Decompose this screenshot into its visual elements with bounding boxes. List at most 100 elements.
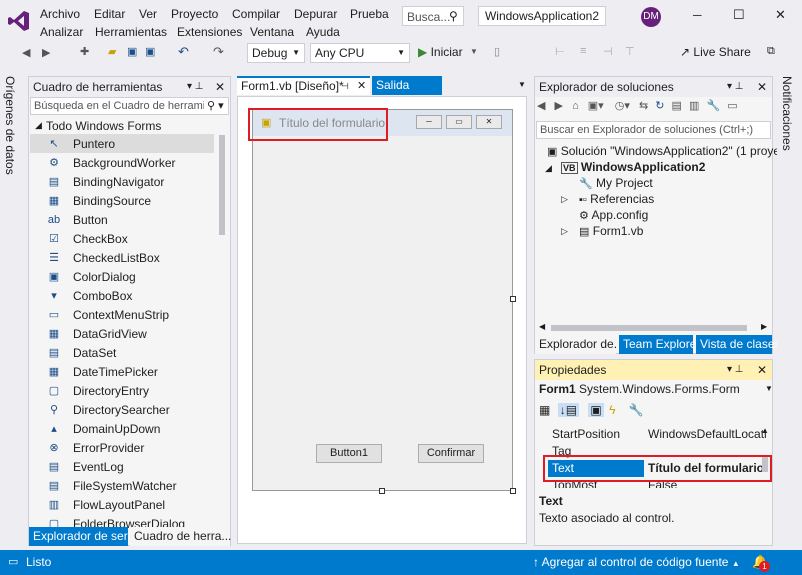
align-right-icon[interactable]: ⊣ [603, 45, 613, 58]
save-all-icon[interactable]: ▣ [145, 45, 155, 58]
toolbox-item[interactable]: BindingNavigator [73, 175, 164, 189]
pin-icon[interactable]: ▾ ⊥ [727, 360, 744, 380]
toolbox-item[interactable]: Puntero [73, 137, 115, 151]
alphabetical-icon[interactable]: ↓▤ [557, 403, 580, 417]
toolbox-item[interactable]: CheckedListBox [73, 251, 160, 265]
start-dropdown-icon[interactable]: ▼ [470, 47, 478, 56]
solution-hscrollbar[interactable]: ◀ ▶ [537, 322, 771, 334]
menu-depurar[interactable]: Depurar [294, 7, 337, 21]
categorized-icon[interactable]: ▦ [539, 403, 550, 417]
expand-arrow-icon[interactable]: ◢ [545, 163, 552, 174]
close-icon[interactable]: ✕ [215, 77, 225, 97]
project-node[interactable]: VB WindowsApplication2 [561, 160, 705, 174]
menu-ver[interactable]: Ver [139, 7, 157, 21]
toolbox-item[interactable]: ContextMenuStrip [73, 308, 169, 322]
tab-server-explorer[interactable]: Explorador de ser... [29, 527, 137, 546]
toolbox-item[interactable]: ComboBox [73, 289, 132, 303]
align-left-icon[interactable]: ⊢ [555, 45, 565, 58]
pin-icon[interactable]: ⊣ [341, 78, 349, 94]
toolbox-item[interactable]: CheckBox [73, 232, 128, 246]
tab-form-designer[interactable]: Form1.vb [Diseño]* ⊣ ✕ [237, 76, 370, 95]
menu-herramientas[interactable]: Herramientas [95, 25, 167, 39]
tree-item-references[interactable]: ▪▫ Referencias [579, 192, 654, 206]
scroll-thumb[interactable] [551, 325, 747, 331]
vs-logo-icon[interactable] [8, 10, 30, 32]
back-icon[interactable]: ◀ [537, 100, 545, 112]
back-icon[interactable]: ◀ [22, 46, 30, 59]
toolbox-item[interactable]: EventLog [73, 460, 124, 474]
configuration-select[interactable]: Debug ▼ [247, 43, 305, 63]
property-row[interactable]: StartPosition WindowsDefaultLocati [536, 426, 772, 442]
tree-item-my-project[interactable]: 🔧 My Project [579, 176, 653, 190]
properties-view-icon[interactable]: ▣ [588, 403, 604, 417]
menu-extensiones[interactable]: Extensiones [177, 25, 242, 39]
menu-archivo[interactable]: Archivo [40, 7, 80, 21]
tab-team-explorer[interactable]: Team Explorer [619, 335, 700, 354]
toolbox-item[interactable]: FileSystemWatcher [73, 479, 177, 493]
object-selector[interactable]: Form1 System.Windows.Forms.Form ▼ [539, 382, 773, 400]
menu-ventana[interactable]: Ventana [250, 25, 294, 39]
save-icon[interactable]: ▣ [127, 45, 137, 58]
pin-icon[interactable]: ▾ ⊥ [187, 77, 204, 97]
toolbox-item[interactable]: ColorDialog [73, 270, 136, 284]
resize-handle-corner[interactable] [510, 488, 516, 494]
form-confirm-button[interactable]: Confirmar [418, 444, 484, 463]
toolbox-search[interactable]: Búsqueda en el Cuadro de herramie ⚲ ▾ [30, 97, 229, 115]
feedback-icon[interactable]: ⧉ [767, 45, 775, 58]
toolbox-item[interactable]: ErrorProvider [73, 441, 144, 455]
live-share-button[interactable]: ↗ Live Share [680, 45, 751, 59]
scroll-up-icon[interactable]: ▲ [761, 426, 769, 435]
open-icon[interactable]: ▰ [108, 45, 116, 58]
toolbox-scrollbar[interactable] [217, 135, 227, 525]
scroll-left-icon[interactable]: ◀ [539, 322, 545, 331]
refresh-icon[interactable]: ↻ [655, 100, 664, 112]
close-icon[interactable]: ✕ [757, 360, 767, 380]
close-window-button[interactable]: ✕ [775, 7, 786, 23]
pin-icon[interactable]: ▾ ⊥ [727, 77, 744, 97]
property-pages-icon[interactable]: 🔧 [629, 403, 644, 417]
tab-output[interactable]: Salida [372, 76, 442, 95]
switch-views-icon[interactable]: ▣▾ [588, 100, 604, 112]
toolbox-item[interactable]: BackgroundWorker [73, 156, 176, 170]
history-icon[interactable]: ◷▾ [615, 100, 630, 112]
global-search-box[interactable]: Busca... ⚲ [402, 6, 464, 26]
minimize-button[interactable]: ─ [693, 8, 702, 22]
toolbox-item[interactable]: Button [73, 213, 108, 227]
resize-handle-right[interactable] [510, 296, 516, 302]
notifications-tab[interactable]: Notificaciones [780, 76, 794, 151]
tab-solution-explorer[interactable]: Explorador de... [535, 335, 616, 354]
menu-proyecto[interactable]: Proyecto [171, 7, 218, 21]
close-icon[interactable]: ✕ [757, 77, 767, 97]
notifications-button[interactable]: 🔔1 [752, 554, 770, 572]
data-sources-tab[interactable]: Orígenes de datos [3, 76, 17, 175]
scroll-thumb[interactable] [219, 135, 225, 235]
toolbox-item[interactable]: DateTimePicker [73, 365, 158, 379]
platform-select[interactable]: Any CPU ▼ [310, 43, 410, 63]
toolbox-item[interactable]: DataSet [73, 346, 116, 360]
start-button[interactable]: ▶ Iniciar [418, 45, 463, 61]
menu-prueba[interactable]: Prueba [350, 7, 389, 21]
expand-arrow-icon[interactable]: ▷ [561, 194, 568, 205]
align-center-icon[interactable]: ≡ [580, 45, 586, 57]
source-control-button[interactable]: ↑ Agregar al control de código fuente ▲ [533, 555, 740, 569]
sync-icon[interactable]: ⇆ [639, 100, 648, 112]
show-all-icon[interactable]: ▥ [689, 100, 699, 112]
toolbar-misc-icon[interactable]: ▯ [494, 45, 500, 58]
menu-analizar[interactable]: Analizar [40, 25, 83, 39]
undo-icon[interactable]: ↶ [178, 44, 189, 60]
properties-icon[interactable]: 🔧 [706, 100, 720, 112]
solution-search[interactable]: Buscar en Explorador de soluciones (Ctrl… [536, 121, 771, 139]
resize-handle-bottom[interactable] [379, 488, 385, 494]
menu-compilar[interactable]: Compilar [232, 7, 280, 21]
menu-ayuda[interactable]: Ayuda [306, 25, 340, 39]
close-tab-icon[interactable]: ✕ [357, 78, 366, 94]
toolbox-item[interactable]: DirectorySearcher [73, 403, 170, 417]
tree-item-form1[interactable]: ▤ Form1.vb [579, 224, 643, 238]
toolbox-item[interactable]: DataGridView [73, 327, 147, 341]
collapse-arrow-icon[interactable]: ◢ [35, 120, 42, 131]
solution-node[interactable]: ▣ Solución "WindowsApplication2" (1 proy… [547, 144, 800, 158]
redo-icon[interactable]: ↷ [213, 44, 224, 60]
preview-icon[interactable]: ▭ [727, 100, 737, 112]
toolbox-item[interactable]: DomainUpDown [73, 422, 160, 436]
form-window[interactable]: ▣ Título del formulario ─ ▭ ✕ Button1 Co… [252, 109, 513, 491]
